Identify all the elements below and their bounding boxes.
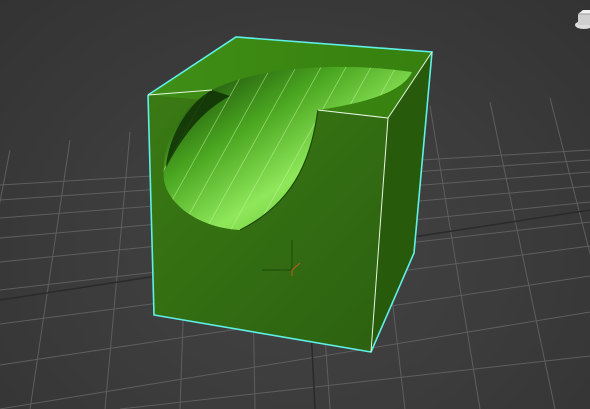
viewcube-icon[interactable]: [572, 8, 590, 34]
3d-viewport[interactable]: [0, 0, 590, 409]
box-object[interactable]: [125, 36, 433, 353]
viewport-scene[interactable]: [0, 0, 590, 409]
